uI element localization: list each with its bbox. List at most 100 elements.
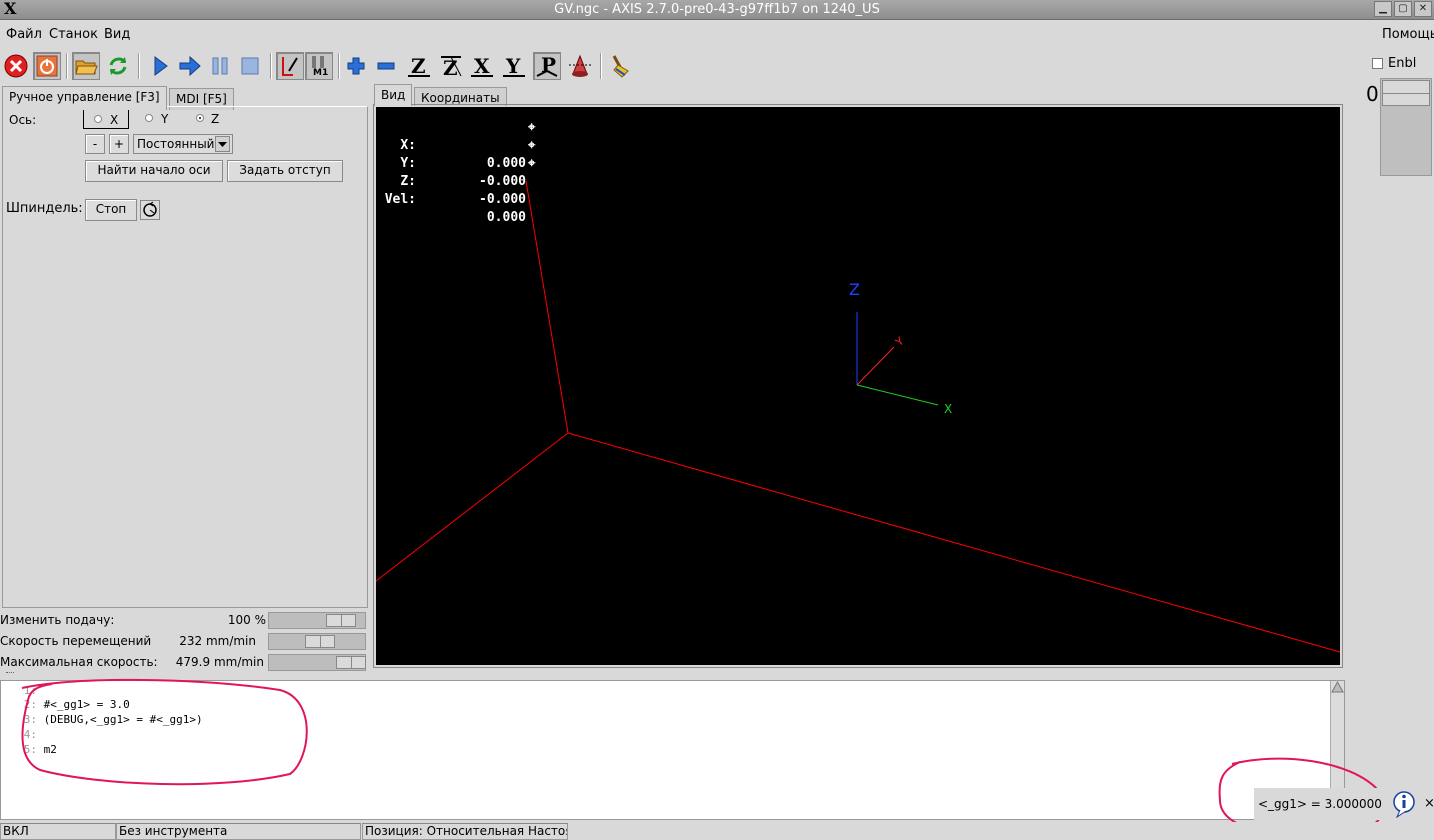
y-axis-line bbox=[856, 346, 895, 386]
dro-row: X: 0.000 ⌖ bbox=[400, 120, 536, 171]
estop-icon bbox=[4, 54, 28, 78]
dro-row: Vel: 0.000 bbox=[384, 192, 526, 225]
zoom-out-icon bbox=[377, 62, 395, 70]
feed-override-value: 100 % bbox=[227, 613, 266, 627]
feed-override-slider[interactable] bbox=[268, 612, 366, 629]
limit-line-vertical bbox=[525, 180, 569, 434]
jog-value: 0 bbox=[1366, 82, 1379, 106]
jog-speed-thumb[interactable] bbox=[1382, 80, 1430, 106]
view-p-button[interactable]: P bbox=[533, 52, 561, 80]
menu-help[interactable]: Помощь bbox=[1382, 27, 1434, 42]
toolbar: M1 Z Z X Y P bbox=[0, 50, 1360, 84]
pause-icon bbox=[212, 57, 228, 75]
scroll-up-icon[interactable] bbox=[1331, 680, 1344, 693]
status-machine-state: ВКЛ bbox=[0, 823, 116, 840]
step-icon bbox=[179, 55, 201, 77]
gcode-text-area[interactable]: 1: 2: #<_gg1> = 3.0 3: (DEBUG,<_gg1> = #… bbox=[0, 680, 1345, 820]
zoom-in-button[interactable] bbox=[342, 52, 370, 80]
jog-speed-scale[interactable] bbox=[1380, 78, 1432, 176]
limit-line-left bbox=[375, 432, 569, 582]
homed-icon: ⌖ bbox=[528, 120, 536, 135]
view-z-button[interactable]: Z bbox=[405, 52, 433, 80]
block-delete-icon bbox=[282, 57, 298, 76]
title-bar: X GV.ngc - AXIS 2.7.0-pre0-43-g97ff1b7 o… bbox=[0, 0, 1434, 20]
menu-bar: Файл Станок Вид Помощь bbox=[0, 22, 1434, 46]
view-z2-button[interactable]: Z bbox=[437, 52, 465, 80]
tab-view[interactable]: Вид bbox=[374, 84, 413, 106]
axis-z-radio-dot bbox=[196, 114, 204, 122]
run-button[interactable] bbox=[146, 52, 174, 80]
zoom-in-icon bbox=[347, 57, 365, 75]
chevron-down-icon bbox=[215, 136, 230, 152]
feed-override-knob[interactable] bbox=[326, 614, 356, 627]
menu-view[interactable]: Вид bbox=[104, 27, 130, 42]
limit-line-right bbox=[567, 432, 1341, 653]
max-velocity-knob[interactable] bbox=[336, 656, 366, 669]
axis-z-radio[interactable]: Z bbox=[191, 109, 237, 129]
reload-button[interactable] bbox=[104, 52, 132, 80]
homed-icon: ⌖ bbox=[528, 156, 536, 171]
view-y-button[interactable]: Y bbox=[500, 52, 528, 80]
notification-close-button[interactable]: × bbox=[1424, 796, 1434, 811]
jog-mode-select[interactable]: Постоянный bbox=[133, 134, 233, 154]
max-velocity-value: 479.9 mm/min bbox=[175, 655, 264, 669]
step-button[interactable] bbox=[176, 52, 204, 80]
enbl-checkbox[interactable] bbox=[1372, 58, 1383, 69]
tab-manual[interactable]: Ручное управление [F3] bbox=[2, 86, 167, 110]
rapid-override-value: 232 mm/min bbox=[179, 634, 256, 648]
stop-icon bbox=[241, 57, 259, 75]
close-button[interactable]: ✕ bbox=[1414, 1, 1432, 17]
menu-machine[interactable]: Станок bbox=[49, 27, 98, 42]
jog-plus-button[interactable]: + bbox=[109, 134, 129, 154]
rapid-override-knob[interactable] bbox=[305, 635, 335, 648]
gcode-line: 2: #<_gg1> = 3.0 bbox=[23, 698, 130, 711]
pane-grip[interactable] bbox=[6, 672, 14, 676]
debug-notification: <_gg1> = 3.000000 × bbox=[1254, 788, 1434, 820]
rotate-view-button[interactable] bbox=[566, 52, 594, 80]
feed-override-label: Изменить подачу: bbox=[0, 613, 115, 627]
spindle-direction-button[interactable] bbox=[140, 200, 160, 220]
enbl-label: Enbl bbox=[1388, 56, 1417, 71]
max-velocity-slider[interactable] bbox=[268, 654, 366, 671]
spindle-rotate-icon bbox=[143, 201, 157, 217]
run-icon bbox=[154, 56, 168, 76]
axis-origin-gizmo: Z Y X bbox=[849, 280, 952, 416]
manual-control-panel: Ось: X Y Z - + Постоянный Найти начало о… bbox=[2, 106, 368, 608]
home-axis-button[interactable]: Найти начало оси bbox=[85, 160, 223, 182]
clear-plot-button[interactable] bbox=[607, 52, 635, 80]
m1-label: M1 bbox=[313, 68, 329, 78]
spindle-label: Шпиндель: bbox=[6, 201, 83, 216]
x-axis-line bbox=[856, 384, 939, 406]
open-file-icon bbox=[75, 60, 98, 75]
optional-stop-button[interactable]: M1 bbox=[305, 52, 333, 80]
zoom-out-button[interactable] bbox=[372, 52, 400, 80]
stop-button[interactable] bbox=[236, 52, 264, 80]
view-x-button[interactable]: X bbox=[468, 52, 496, 80]
status-position-mode: Позиция: Относительная Настоящая bbox=[362, 823, 568, 840]
machine-power-button[interactable] bbox=[33, 52, 61, 80]
axis-x-radio-dot bbox=[94, 115, 102, 123]
menu-file[interactable]: Файл bbox=[6, 27, 42, 42]
rapid-override-slider[interactable] bbox=[268, 633, 366, 650]
axis-y-radio-dot bbox=[145, 114, 153, 122]
status-tool: Без инструмента bbox=[116, 823, 361, 840]
rapid-override-label: Скорость перемещений bbox=[0, 634, 152, 648]
status-bar: ВКЛ Без инструмента Позиция: Относительн… bbox=[0, 822, 1434, 840]
block-delete-button[interactable] bbox=[276, 52, 304, 80]
rotate-view-icon bbox=[569, 54, 591, 77]
axis-x-radio[interactable]: X bbox=[83, 109, 129, 129]
minimize-button[interactable]: ▁ bbox=[1374, 1, 1392, 17]
touch-off-button[interactable]: Задать отступ bbox=[227, 160, 343, 182]
pause-button[interactable] bbox=[206, 52, 234, 80]
open-file-button[interactable] bbox=[72, 52, 100, 80]
clear-plot-icon bbox=[612, 55, 629, 78]
z-axis-label: Z bbox=[849, 280, 860, 299]
homed-icon: ⌖ bbox=[528, 138, 536, 153]
toolpath-preview[interactable]: Z Y X X: 0.000 ⌖ Y: -0.000 ⌖ Z: -0.000 ⌖ bbox=[375, 107, 1341, 665]
jog-minus-button[interactable]: - bbox=[85, 134, 105, 154]
estop-button[interactable] bbox=[2, 52, 30, 80]
spindle-stop-button[interactable]: Стоп bbox=[85, 199, 137, 221]
axis-y-radio[interactable]: Y bbox=[139, 109, 185, 129]
reload-icon bbox=[109, 57, 127, 75]
maximize-button[interactable]: ▢ bbox=[1394, 1, 1412, 17]
